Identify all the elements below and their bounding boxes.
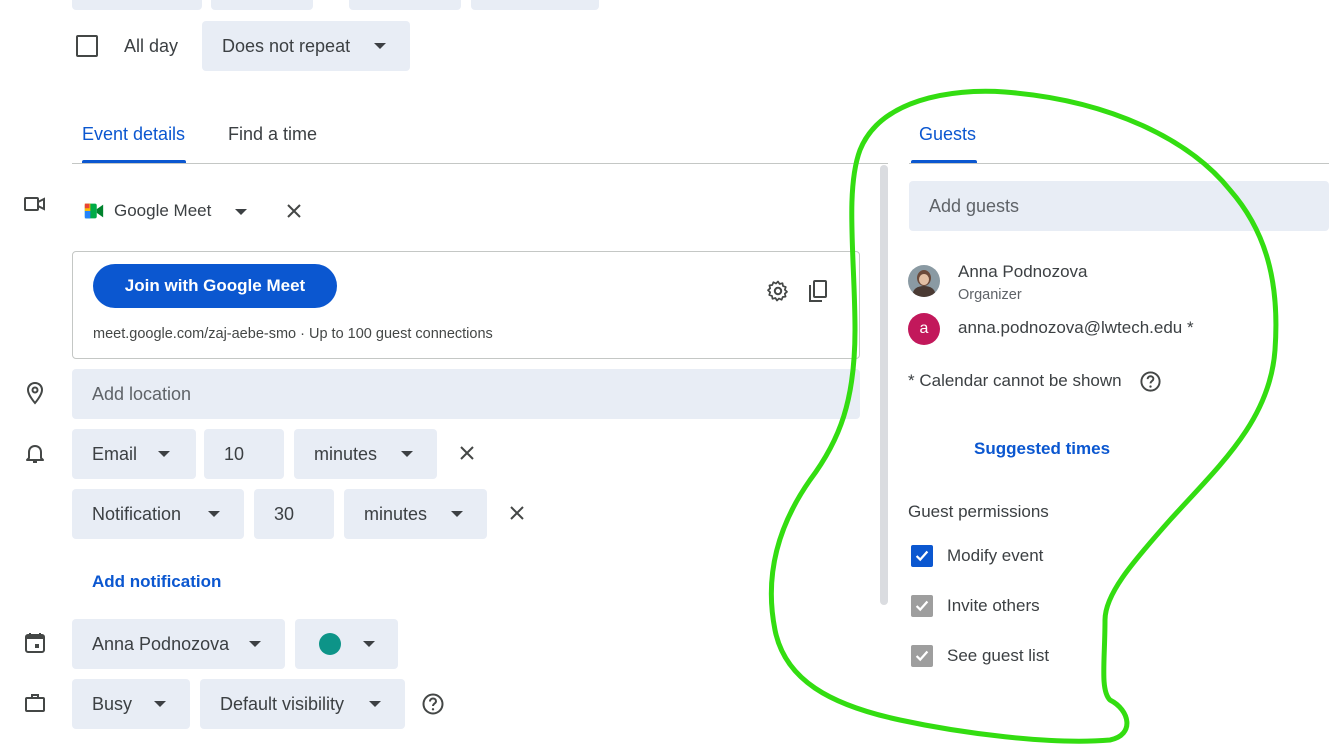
calendar-owner: Anna Podnozova — [92, 633, 230, 654]
calendar-note: * Calendar cannot be shown — [908, 371, 1122, 390]
copy-icon[interactable] — [806, 279, 830, 303]
add-guests-input[interactable]: Add guests — [909, 181, 1329, 231]
guest-permissions-title: Guest permissions — [908, 502, 1049, 521]
avatar — [908, 265, 940, 297]
close-icon[interactable] — [284, 201, 304, 221]
invite-others-checkbox[interactable] — [911, 595, 933, 617]
conference-provider[interactable]: Google Meet — [114, 201, 211, 221]
chevron-down-icon — [374, 43, 386, 49]
chevron-down-icon — [369, 701, 381, 707]
guest-name: Anna Podnozova — [958, 262, 1088, 281]
all-day-checkbox[interactable] — [76, 35, 98, 57]
end-date-chip[interactable] — [471, 0, 599, 10]
chevron-down-icon — [249, 641, 261, 647]
google-meet-logo-icon — [84, 203, 104, 219]
tab-guests[interactable]: Guests — [919, 124, 976, 145]
tab-event-details[interactable]: Event details — [82, 124, 185, 145]
location-pin-icon — [26, 381, 44, 405]
briefcase-icon — [25, 694, 45, 712]
notification-method: Notification — [92, 503, 182, 524]
notification-method-dropdown[interactable]: Email — [72, 429, 196, 479]
add-guests-placeholder: Add guests — [929, 195, 1020, 216]
notification-amount-input[interactable]: 10 — [204, 429, 284, 479]
notification-amount-input[interactable]: 30 — [254, 489, 334, 539]
tabs-divider — [72, 163, 888, 164]
chevron-down-icon[interactable] — [235, 209, 247, 215]
notification-method: Email — [92, 443, 138, 464]
notification-unit: minutes — [364, 503, 428, 524]
repeat-dropdown[interactable]: Does not repeat — [202, 21, 410, 71]
suggested-times-button[interactable]: Suggested times — [974, 439, 1110, 459]
check-icon — [915, 650, 929, 662]
notification-unit: minutes — [314, 443, 378, 464]
check-icon — [915, 550, 929, 562]
guests-divider — [909, 163, 1329, 164]
availability-dropdown[interactable]: Busy — [72, 679, 190, 729]
chevron-down-icon — [363, 641, 375, 647]
help-icon[interactable] — [1139, 370, 1162, 393]
meet-card: Join with Google Meet meet.google.com/za… — [72, 251, 860, 359]
see-guest-list-checkbox[interactable] — [911, 645, 933, 667]
calendar-owner-dropdown[interactable]: Anna Podnozova — [72, 619, 285, 669]
guest-email: anna.podnozova@lwtech.edu * — [958, 318, 1194, 337]
see-guest-list-label: See guest list — [947, 646, 1050, 665]
check-icon — [915, 600, 929, 612]
meet-link-info: meet.google.com/zaj-aebe-smo · Up to 100… — [93, 326, 493, 342]
tab-find-a-time[interactable]: Find a time — [228, 124, 317, 145]
color-swatch — [319, 633, 341, 655]
chevron-down-icon — [401, 451, 413, 457]
start-date-chip[interactable] — [72, 0, 202, 10]
availability-status: Busy — [92, 693, 133, 714]
calendar-icon — [25, 633, 45, 653]
end-time-chip[interactable] — [349, 0, 461, 10]
gear-icon[interactable] — [766, 279, 790, 303]
location-input[interactable]: Add location — [72, 369, 860, 419]
video-camera-icon — [24, 197, 45, 211]
invite-others-label: Invite others — [947, 596, 1040, 615]
bell-icon — [26, 445, 44, 463]
join-meet-button[interactable]: Join with Google Meet — [93, 264, 337, 308]
guest-role: Organizer — [958, 287, 1022, 303]
notification-method-dropdown[interactable]: Notification — [72, 489, 244, 539]
modify-event-checkbox[interactable] — [911, 545, 933, 567]
add-notification-link[interactable]: Add notification — [92, 572, 221, 592]
chevron-down-icon — [158, 451, 170, 457]
all-day-label: All day — [124, 36, 179, 56]
chevron-down-icon — [451, 511, 463, 517]
notification-unit-dropdown[interactable]: minutes — [344, 489, 487, 539]
close-icon[interactable] — [507, 503, 527, 523]
location-placeholder: Add location — [92, 383, 192, 404]
repeat-value: Does not repeat — [222, 35, 351, 56]
notification-amount: 30 — [274, 503, 295, 524]
start-time-chip[interactable] — [211, 0, 313, 10]
scrollbar[interactable] — [880, 165, 888, 605]
notification-unit-dropdown[interactable]: minutes — [294, 429, 437, 479]
avatar-letter: a — [919, 320, 929, 337]
calendar-color-dropdown[interactable] — [295, 619, 398, 669]
chevron-down-icon — [208, 511, 220, 517]
help-icon[interactable] — [421, 692, 445, 716]
close-icon[interactable] — [457, 443, 477, 463]
notification-amount: 10 — [224, 443, 245, 464]
avatar: a — [908, 313, 940, 345]
visibility-value: Default visibility — [220, 693, 345, 714]
chevron-down-icon — [154, 701, 166, 707]
modify-event-label: Modify event — [947, 546, 1044, 565]
visibility-dropdown[interactable]: Default visibility — [200, 679, 405, 729]
